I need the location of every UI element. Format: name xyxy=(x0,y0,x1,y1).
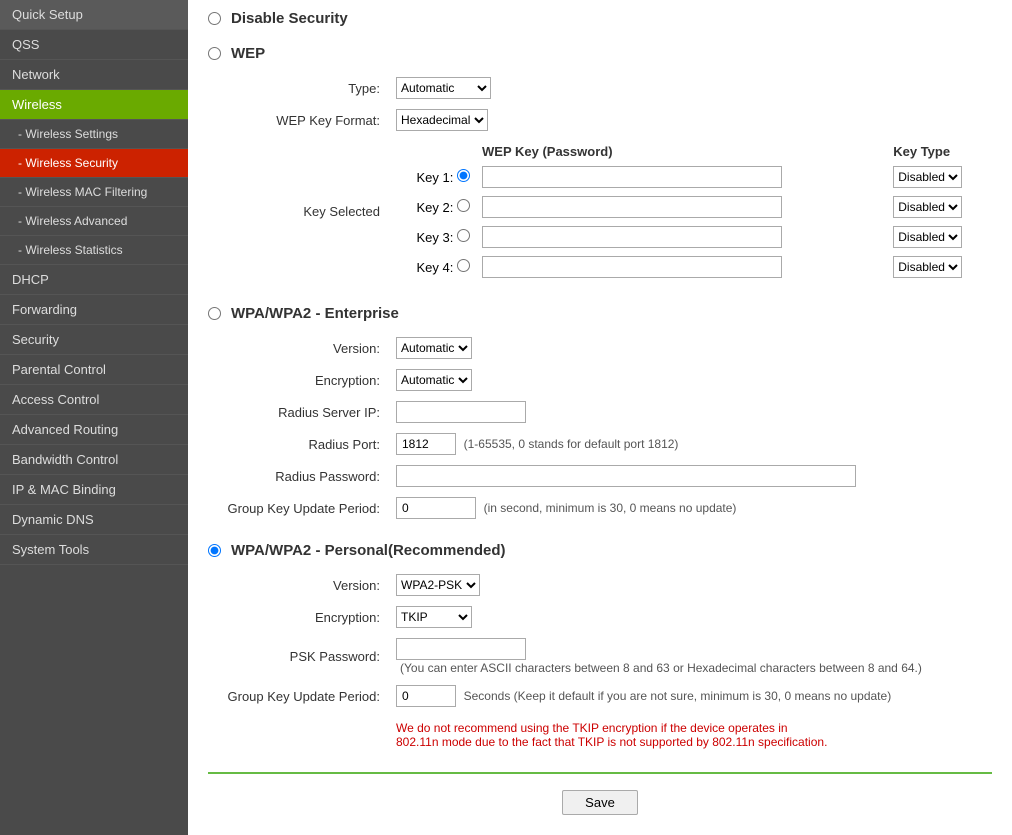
wep-key-2-row: Key 2: Disabled64-bit128-bit152-bit xyxy=(406,192,994,222)
radius-password-input[interactable] xyxy=(396,465,856,487)
psk-note: (You can enter ASCII characters between … xyxy=(400,661,922,675)
wpa-enterprise-form: Version: AutomaticWPAWPA2 Encryption: Au… xyxy=(208,332,992,524)
sidebar-item-forwarding[interactable]: Forwarding xyxy=(0,295,188,325)
section-divider xyxy=(208,772,992,774)
radius-password-label: Radius Password: xyxy=(208,460,388,492)
sidebar-item-wireless-stats[interactable]: - Wireless Statistics xyxy=(0,236,188,265)
personal-encryption-select[interactable]: AutomaticTKIPAES xyxy=(396,606,472,628)
wep-key-format-select[interactable]: Hexadecimal ASCII xyxy=(396,109,488,131)
wep-form-table: Type: Automatic Open System Shared Key W… xyxy=(208,72,992,287)
wep-key4-radio[interactable] xyxy=(457,259,470,272)
sidebar-item-wireless-security[interactable]: - Wireless Security xyxy=(0,149,188,178)
sidebar: Quick Setup QSS Network Wireless - Wirel… xyxy=(0,0,188,835)
wep-key3-input[interactable] xyxy=(482,226,782,248)
ent-version-select[interactable]: AutomaticWPAWPA2 xyxy=(396,337,472,359)
ent-group-key-input[interactable] xyxy=(396,497,476,519)
ent-version-label: Version: xyxy=(208,332,388,364)
sidebar-item-network[interactable]: Network xyxy=(0,60,188,90)
wep-key1-label: Key 1: xyxy=(417,170,454,185)
wep-key1-type-select[interactable]: Disabled64-bit128-bit152-bit xyxy=(893,166,962,188)
wep-type-label: Type: xyxy=(208,72,388,104)
main-content: Disable Security WEP Type: Automatic Ope… xyxy=(188,0,1012,835)
sidebar-item-system-tools[interactable]: System Tools xyxy=(0,535,188,565)
wep-key2-type-select[interactable]: Disabled64-bit128-bit152-bit xyxy=(893,196,962,218)
disable-security-title: Disable Security xyxy=(231,10,348,27)
wep-key1-input[interactable] xyxy=(482,166,782,188)
wpa-personal-title: WPA/WPA2 - Personal(Recommended) xyxy=(231,542,505,559)
ent-group-key-note: (in second, minimum is 30, 0 means no up… xyxy=(484,501,737,515)
psk-password-label: PSK Password: xyxy=(208,633,388,680)
sidebar-item-dynamic-dns[interactable]: Dynamic DNS xyxy=(0,505,188,535)
wep-title: WEP xyxy=(231,45,265,62)
personal-version-select[interactable]: AutomaticWPA-PSKWPA2-PSK xyxy=(396,574,480,596)
sidebar-item-wireless-settings[interactable]: - Wireless Settings xyxy=(0,120,188,149)
wep-key4-label: Key 4: xyxy=(417,260,454,275)
ent-encryption-label: Encryption: xyxy=(208,364,388,396)
personal-version-label: Version: xyxy=(208,569,388,601)
wep-key-format-label: WEP Key Format: xyxy=(208,104,388,136)
sidebar-item-parental-control[interactable]: Parental Control xyxy=(0,355,188,385)
personal-group-key-input[interactable] xyxy=(396,685,456,707)
wep-key3-label: Key 3: xyxy=(417,230,454,245)
wpa-personal-radio[interactable] xyxy=(208,544,221,557)
wep-key3-type-select[interactable]: Disabled64-bit128-bit152-bit xyxy=(893,226,962,248)
wep-key2-input[interactable] xyxy=(482,196,782,218)
wpa-enterprise-section: WPA/WPA2 - Enterprise Version: Automatic… xyxy=(208,305,992,524)
wep-key-password-header: WEP Key (Password) xyxy=(476,141,887,162)
wpa-personal-section: WPA/WPA2 - Personal(Recommended) Version… xyxy=(208,542,992,754)
sidebar-item-wireless[interactable]: Wireless xyxy=(0,90,188,120)
wep-key-selected-header: Key Selected xyxy=(208,136,388,287)
psk-password-input[interactable] xyxy=(396,638,526,660)
radius-port-input[interactable] xyxy=(396,433,456,455)
radius-ip-input[interactable] xyxy=(396,401,526,423)
wep-key3-radio[interactable] xyxy=(457,229,470,242)
wep-key4-type-select[interactable]: Disabled64-bit128-bit152-bit xyxy=(893,256,962,278)
radius-port-note: (1-65535, 0 stands for default port 1812… xyxy=(464,437,679,451)
disable-security-section: Disable Security xyxy=(208,10,992,27)
wep-key-type-header: Key Type xyxy=(887,141,994,162)
wep-key4-input[interactable] xyxy=(482,256,782,278)
wep-key-3-row: Key 3: Disabled64-bit128-bit152-bit xyxy=(406,222,994,252)
sidebar-item-wireless-mac[interactable]: - Wireless MAC Filtering xyxy=(0,178,188,207)
sidebar-item-qss[interactable]: QSS xyxy=(0,30,188,60)
save-button-row: Save xyxy=(208,790,992,815)
ent-encryption-select[interactable]: AutomaticTKIPAES xyxy=(396,369,472,391)
wep-key-1-row: Key 1: Disabled64-bit128-bit152-bit xyxy=(406,162,994,192)
sidebar-item-ip-mac[interactable]: IP & MAC Binding xyxy=(0,475,188,505)
save-button[interactable]: Save xyxy=(562,790,638,815)
wep-key-4-row: Key 4: Disabled64-bit128-bit152-bit xyxy=(406,252,994,282)
wpa-enterprise-title: WPA/WPA2 - Enterprise xyxy=(231,305,399,322)
ent-group-key-label: Group Key Update Period: xyxy=(208,492,388,524)
sidebar-item-security[interactable]: Security xyxy=(0,325,188,355)
wep-type-select[interactable]: Automatic Open System Shared Key xyxy=(396,77,491,99)
sidebar-item-quick-setup[interactable]: Quick Setup xyxy=(0,0,188,30)
personal-encryption-label: Encryption: xyxy=(208,601,388,633)
wep-key1-radio[interactable] xyxy=(457,169,470,182)
sidebar-item-dhcp[interactable]: DHCP xyxy=(0,265,188,295)
wep-keys-table: WEP Key (Password) Key Type Key 1: Disab… xyxy=(406,141,994,282)
wpa-personal-form: Version: AutomaticWPA-PSKWPA2-PSK Encryp… xyxy=(208,569,992,754)
tkip-warning: We do not recommend using the TKIP encry… xyxy=(396,721,984,749)
radius-port-label: Radius Port: xyxy=(208,428,388,460)
disable-security-radio[interactable] xyxy=(208,12,221,25)
personal-group-key-label: Group Key Update Period: xyxy=(208,680,388,712)
sidebar-item-advanced-routing[interactable]: Advanced Routing xyxy=(0,415,188,445)
sidebar-item-bandwidth-control[interactable]: Bandwidth Control xyxy=(0,445,188,475)
wpa-enterprise-radio[interactable] xyxy=(208,307,221,320)
wep-key2-radio[interactable] xyxy=(457,199,470,212)
personal-group-key-note: Seconds (Keep it default if you are not … xyxy=(464,689,892,703)
wep-section: WEP Type: Automatic Open System Shared K… xyxy=(208,45,992,287)
sidebar-item-access-control[interactable]: Access Control xyxy=(0,385,188,415)
wep-radio[interactable] xyxy=(208,47,221,60)
wep-key2-label: Key 2: xyxy=(417,200,454,215)
sidebar-item-wireless-advanced[interactable]: - Wireless Advanced xyxy=(0,207,188,236)
radius-ip-label: Radius Server IP: xyxy=(208,396,388,428)
